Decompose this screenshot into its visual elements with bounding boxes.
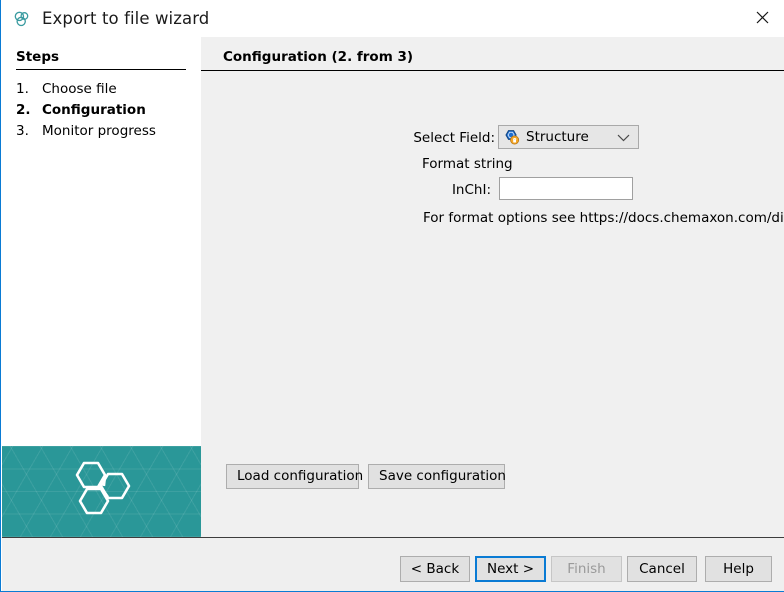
chevron-down-icon xyxy=(617,128,630,147)
close-icon xyxy=(756,11,769,24)
back-button[interactable]: < Back xyxy=(400,556,470,582)
steps-list: 1. Choose file 2. Configuration 3. Monit… xyxy=(16,79,196,142)
help-button[interactable]: Help xyxy=(705,556,772,582)
steps-heading: Steps xyxy=(16,49,59,65)
window-titlebar: Export to file wizard xyxy=(1,0,784,37)
step-label: Choose file xyxy=(42,79,117,99)
step-label: Configuration xyxy=(42,100,146,120)
steps-heading-rule xyxy=(16,69,186,70)
page-title-rule xyxy=(201,70,784,71)
hexagon-molecule-logo-icon xyxy=(67,459,137,525)
wizard-footer: < Back Next > Finish Cancel Help xyxy=(2,538,784,591)
step-number: 3. xyxy=(16,121,42,141)
step-number: 2. xyxy=(16,100,42,120)
finish-button: Finish xyxy=(551,556,622,582)
molecule-icon xyxy=(12,9,32,29)
structure-field-icon xyxy=(504,129,520,145)
configuration-panel: Configuration (2. from 3) Select Field: … xyxy=(201,37,784,537)
select-field-value: Structure xyxy=(526,129,589,145)
next-button[interactable]: Next > xyxy=(475,556,546,582)
step-number: 1. xyxy=(16,79,42,99)
brand-panel xyxy=(2,446,201,537)
save-configuration-button[interactable]: Save configuration xyxy=(368,464,505,489)
step-label: Monitor progress xyxy=(42,121,156,141)
format-string-group-label: Format string xyxy=(422,156,513,172)
cancel-button[interactable]: Cancel xyxy=(627,556,697,582)
select-field-label: Select Field: xyxy=(221,130,495,146)
inchi-input[interactable] xyxy=(499,177,633,200)
load-configuration-button[interactable]: Load configuration xyxy=(226,464,359,489)
inchi-label: InChI: xyxy=(221,182,491,198)
step-item-configuration: 2. Configuration xyxy=(16,100,196,120)
format-options-hint: For format options see https://docs.chem… xyxy=(423,210,784,226)
export-wizard-window: Export to file wizard Steps 1. Choose fi… xyxy=(0,0,784,592)
select-field-combobox[interactable]: Structure xyxy=(498,125,639,149)
step-item-monitor-progress: 3. Monitor progress xyxy=(16,121,196,141)
step-item-choose-file: 1. Choose file xyxy=(16,79,196,99)
window-title: Export to file wizard xyxy=(42,9,209,28)
close-button[interactable] xyxy=(739,0,784,34)
page-title: Configuration (2. from 3) xyxy=(223,49,413,65)
